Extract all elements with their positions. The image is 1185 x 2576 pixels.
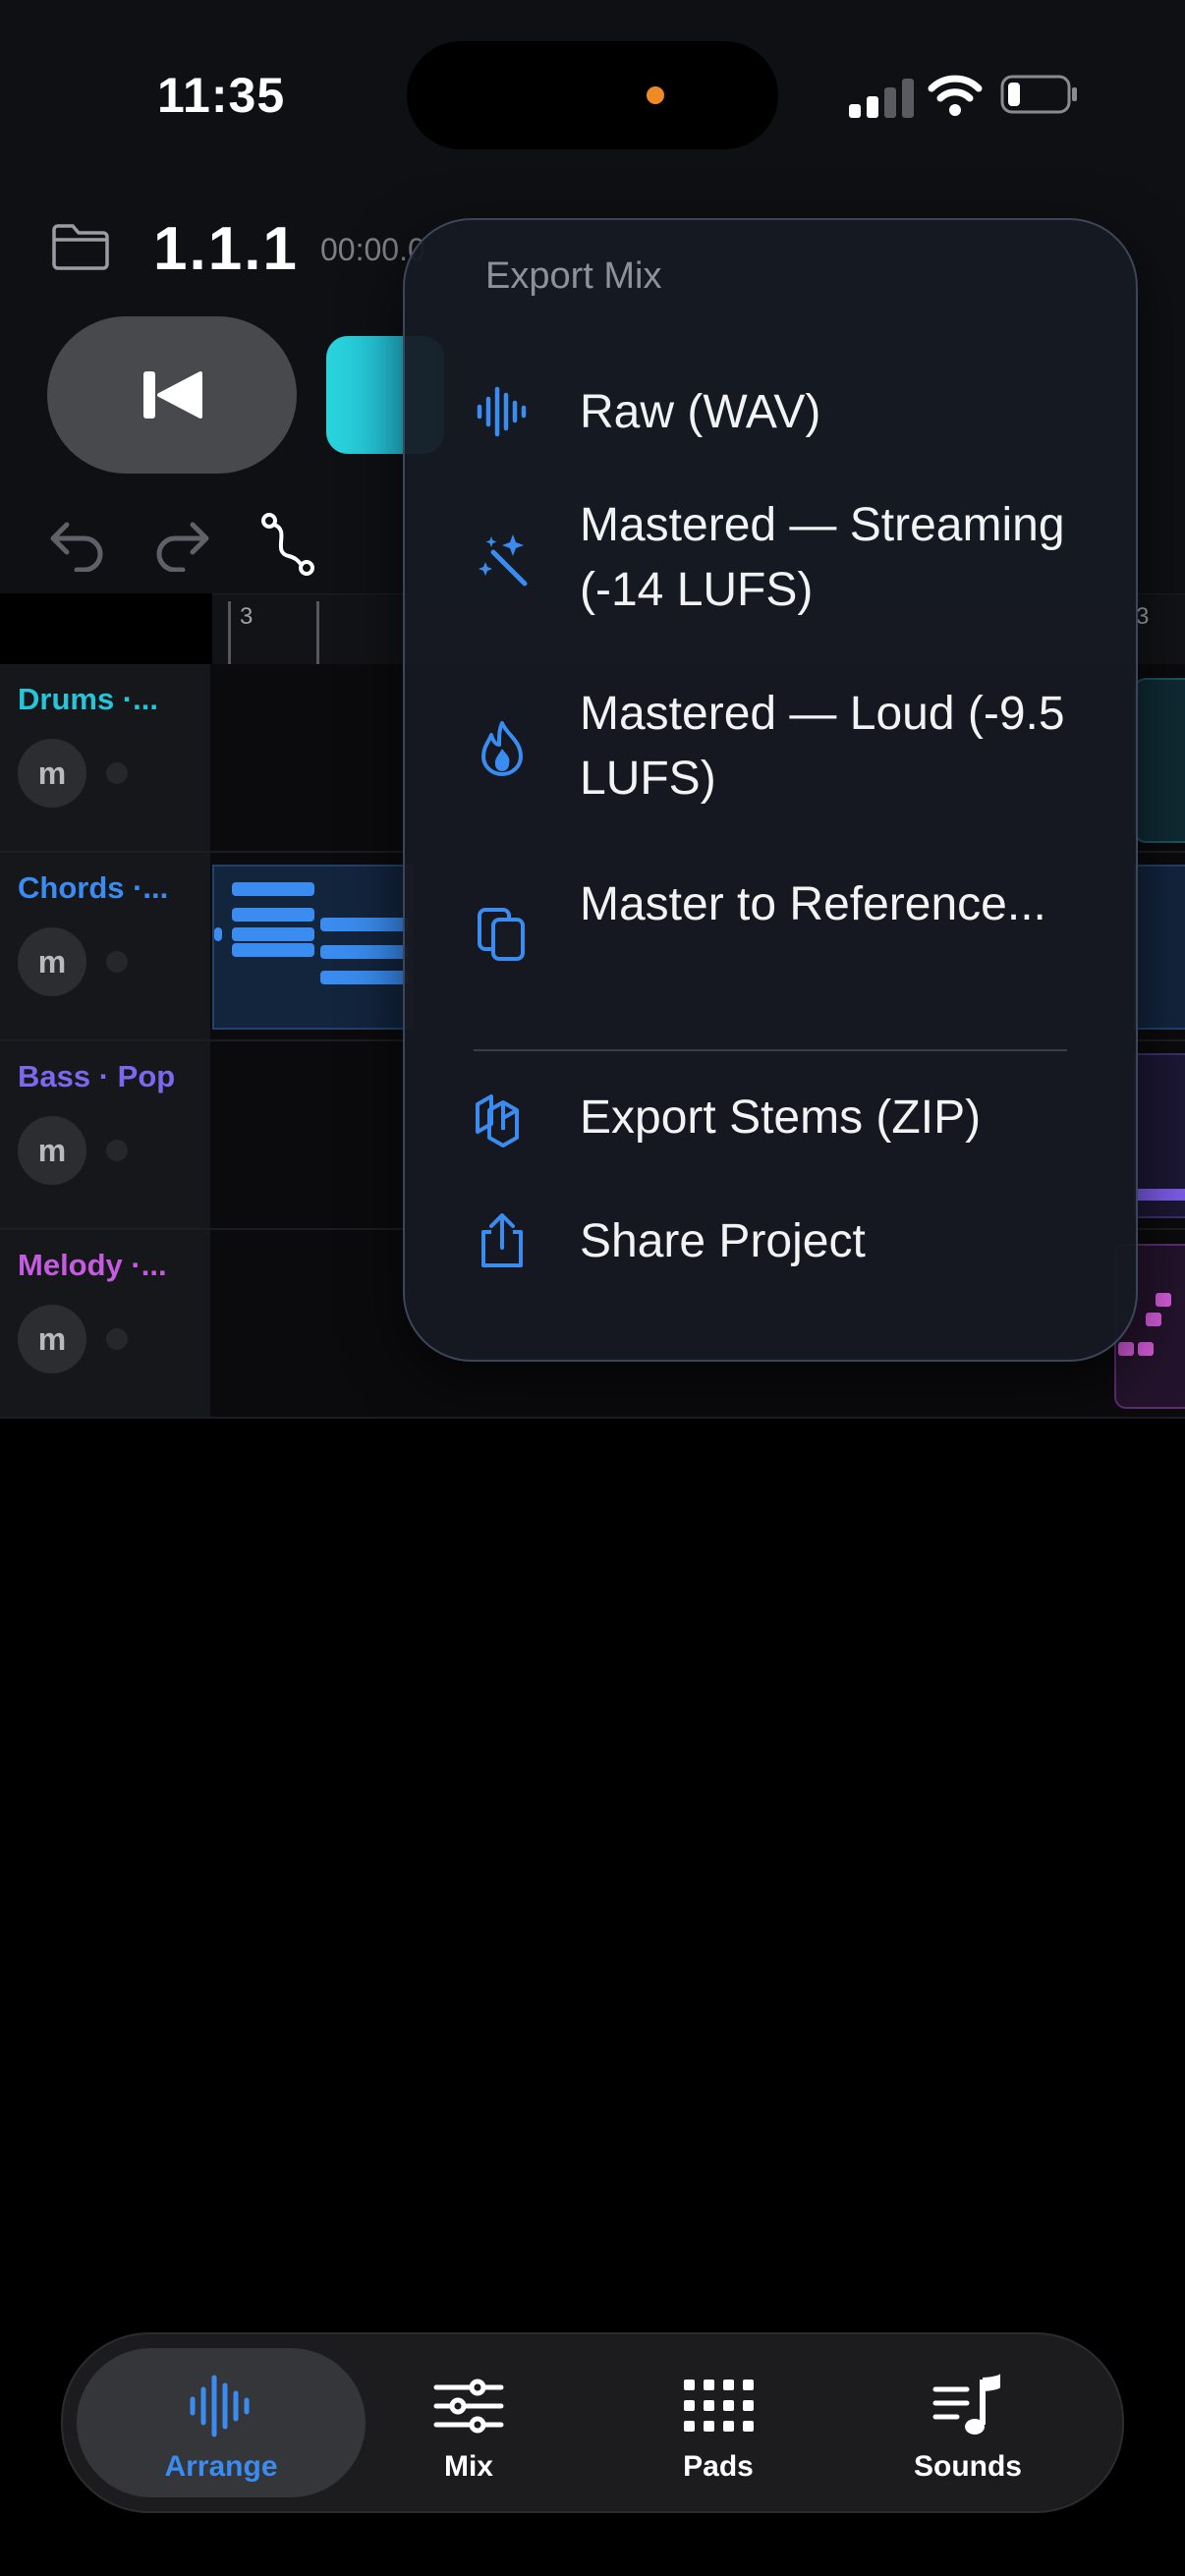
tab-label: Mix — [443, 2450, 493, 2483]
midi-note — [1146, 1313, 1161, 1326]
menu-item-raw-wav[interactable]: Raw (WAV) — [405, 358, 1136, 468]
menu-item-export-stems[interactable]: Export Stems (ZIP) — [405, 1063, 1136, 1173]
copy-documents-icon — [478, 908, 525, 961]
midi-note — [232, 927, 314, 941]
midi-note — [320, 918, 409, 931]
menu-item-mastered-loud[interactable]: Mastered — Loud (-9.5 LUFS) — [405, 664, 1136, 831]
record-arm-dot[interactable] — [106, 951, 128, 973]
record-arm-dot[interactable] — [106, 1140, 128, 1161]
midi-note — [1118, 1342, 1134, 1356]
menu-item-master-to-reference[interactable]: Master to Reference... — [405, 855, 1136, 1022]
menu-item-mastered-streaming[interactable]: Mastered — Streaming (-14 LUFS) — [405, 476, 1136, 643]
menu-item-label: Share Project — [580, 1215, 866, 1267]
menu-item-share-project[interactable]: Share Project — [405, 1187, 1136, 1297]
ruler-mark: 3 — [240, 603, 254, 630]
share-icon — [481, 1213, 523, 1267]
menu-item-label: Mastered — Streaming (-14 LUFS) — [580, 499, 1065, 616]
ruler-tick — [316, 601, 319, 664]
tab-label: Arrange — [164, 2450, 278, 2483]
midi-note — [320, 971, 409, 984]
redo-icon[interactable] — [153, 519, 212, 572]
mute-button[interactable]: m — [18, 1116, 86, 1185]
cellular-signal-icon — [849, 79, 914, 118]
grid-icon — [684, 2380, 754, 2432]
midi-note — [232, 943, 314, 957]
ruler-header-spacer — [0, 593, 212, 664]
flame-icon — [481, 721, 523, 776]
midi-note — [232, 882, 314, 896]
undo-icon[interactable] — [47, 519, 106, 572]
magic-wand-icon — [479, 534, 528, 587]
tab-label: Sounds — [914, 2450, 1022, 2483]
tab-arrange[interactable]: Arrange — [98, 2334, 344, 2511]
playhead-position: 1.1.1 — [153, 215, 299, 283]
bottom-tab-bar: Arrange Mix Pads Sounds — [61, 2332, 1124, 2513]
track-name: Melody ·... — [18, 1248, 167, 1282]
stacked-layers-icon — [476, 1094, 519, 1148]
waveform-icon — [190, 2375, 250, 2437]
menu-item-label: Export Stems (ZIP) — [580, 1092, 982, 1144]
record-arm-dot[interactable] — [106, 1328, 128, 1350]
folder-icon[interactable] — [51, 222, 110, 271]
drums-clip[interactable] — [1134, 678, 1185, 843]
sliders-icon — [433, 2379, 504, 2434]
track-name: Drums ·... — [18, 682, 158, 716]
track-name: Chords ·... — [18, 870, 169, 905]
chords-midi-clip[interactable] — [212, 865, 413, 1030]
ruler-tick — [228, 601, 231, 664]
record-arm-dot[interactable] — [106, 762, 128, 784]
menu-divider — [474, 1049, 1067, 1051]
waveform-icon — [477, 386, 527, 437]
tab-pads[interactable]: Pads — [595, 2334, 841, 2511]
menu-item-label: Raw (WAV) — [580, 386, 821, 438]
midi-note — [1156, 1293, 1171, 1307]
chords-clip-right[interactable] — [1134, 865, 1185, 1030]
export-mix-menu: Export Mix Raw (WAV) Mastered — Streamin… — [403, 218, 1138, 1362]
tab-label: Pads — [683, 2450, 754, 2483]
midi-note — [232, 908, 314, 922]
mute-button[interactable]: m — [18, 927, 86, 996]
tab-mix[interactable]: Mix — [346, 2334, 592, 2511]
midi-note — [214, 927, 222, 941]
track-name: Bass · Pop — [18, 1059, 176, 1093]
status-time: 11:35 — [157, 68, 286, 123]
midi-note — [1138, 1342, 1154, 1356]
mute-button[interactable]: m — [18, 739, 86, 808]
battery-icon — [1000, 75, 1077, 114]
automation-curve-icon[interactable] — [261, 513, 316, 576]
privacy-indicator-dot — [647, 86, 664, 104]
bass-note — [1136, 1189, 1185, 1201]
dynamic-island — [407, 41, 778, 149]
ruler-mark: 3 — [1136, 603, 1150, 630]
tab-sounds[interactable]: Sounds — [845, 2334, 1091, 2511]
menu-item-label: Mastered — Loud (-9.5 LUFS) — [580, 688, 1065, 805]
menu-title: Export Mix — [485, 255, 662, 297]
midi-note — [320, 945, 409, 959]
rewind-button[interactable] — [47, 316, 297, 474]
mute-button[interactable]: m — [18, 1305, 86, 1373]
music-list-icon — [932, 2374, 1000, 2435]
wifi-icon — [928, 75, 983, 116]
menu-item-label: Master to Reference... — [580, 878, 1046, 930]
skip-back-icon — [143, 371, 202, 419]
